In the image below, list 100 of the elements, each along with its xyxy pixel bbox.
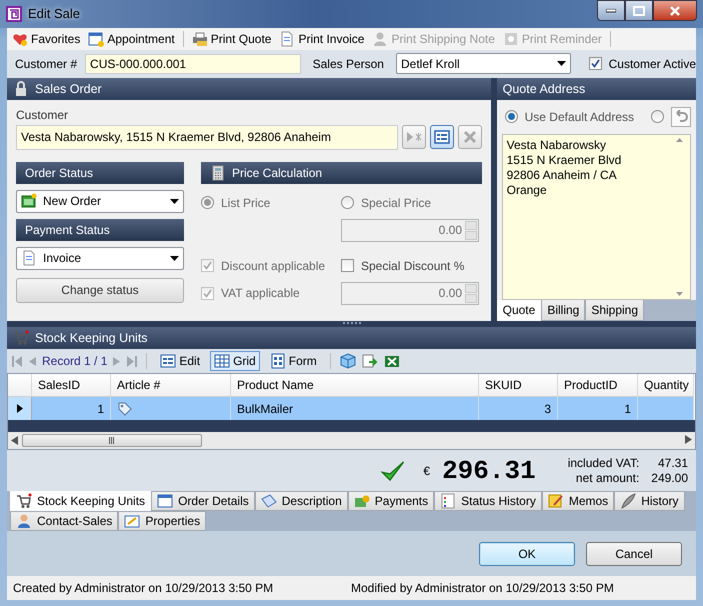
radio-button[interactable] bbox=[504, 110, 518, 124]
change-status-button[interactable]: Change status bbox=[16, 278, 184, 303]
scroll-left-icon[interactable] bbox=[11, 436, 18, 446]
radio-button[interactable] bbox=[651, 110, 664, 124]
dropdown-arrow-icon bbox=[170, 256, 179, 261]
checkbox-label: Special Discount % bbox=[361, 258, 464, 273]
minimize-button[interactable] bbox=[597, 0, 625, 21]
window-title: Edit Sale bbox=[28, 6, 80, 22]
scrollbar-thumb[interactable] bbox=[22, 434, 202, 448]
next-record-icon[interactable] bbox=[113, 356, 120, 366]
special-discount-field[interactable]: 0.00 bbox=[341, 282, 479, 305]
total-amount: 296.31 bbox=[442, 456, 536, 486]
radio-button[interactable] bbox=[341, 196, 354, 210]
tab[interactable]: Stock Keeping Units bbox=[10, 491, 152, 512]
panel-header: Quote Address bbox=[496, 78, 696, 100]
panel-header: Sales Order bbox=[7, 78, 491, 100]
tab[interactable]: Status History bbox=[434, 491, 542, 512]
maximize-icon bbox=[633, 6, 645, 16]
payment-status-dropdown[interactable]: Invoice bbox=[16, 246, 184, 270]
view-button[interactable]: Grid bbox=[210, 351, 260, 372]
field-label: Customer bbox=[16, 108, 70, 122]
currency-symbol: € bbox=[423, 464, 430, 478]
list-icon bbox=[440, 493, 456, 510]
address-field[interactable]: Vesta Nabarowsky 1515 N Kraemer Blvd 92806 Anaheim / CA Orange bbox=[502, 134, 691, 300]
table-cell: 1 bbox=[558, 397, 638, 420]
view-button[interactable]: Edit bbox=[156, 351, 204, 372]
dropdown-arrow-icon bbox=[170, 198, 179, 204]
section-header: Price Calculation bbox=[201, 162, 482, 184]
customer-number-field[interactable]: CUS-000.000.001 bbox=[85, 54, 301, 74]
form-icon bbox=[160, 353, 176, 370]
field-label: Customer # bbox=[15, 56, 78, 71]
radio-label: List Price bbox=[221, 196, 270, 210]
close-icon bbox=[462, 130, 477, 144]
sales-person-dropdown[interactable]: Detlef Kroll bbox=[396, 53, 571, 74]
cube-icon bbox=[340, 353, 356, 370]
dialog-button[interactable]: Cancel bbox=[586, 542, 682, 566]
column-header[interactable]: SalesID bbox=[32, 374, 111, 398]
properties-icon bbox=[124, 513, 140, 530]
tab[interactable]: Payments bbox=[348, 491, 434, 512]
details-button[interactable] bbox=[430, 125, 454, 150]
tab[interactable]: Quote bbox=[496, 300, 542, 322]
order-status-dropdown[interactable]: New Order bbox=[16, 190, 184, 213]
checkbox[interactable] bbox=[341, 259, 354, 272]
tab[interactable]: Memos bbox=[542, 491, 614, 512]
section-header: Order Status bbox=[16, 162, 184, 184]
column-header[interactable]: Product Name bbox=[231, 374, 479, 398]
tab[interactable]: Billing bbox=[541, 300, 586, 322]
previous-record-icon[interactable] bbox=[29, 356, 36, 366]
net-amount: 249.00 bbox=[651, 471, 688, 486]
radio-button[interactable] bbox=[201, 196, 214, 210]
radio-label: Use Default Address bbox=[524, 110, 634, 124]
tab[interactable]: Description bbox=[254, 491, 348, 512]
reminder-icon bbox=[502, 30, 519, 47]
net-amount-label: net amount: bbox=[574, 471, 640, 486]
form-icon bbox=[434, 130, 450, 144]
maximize-button[interactable] bbox=[625, 0, 653, 21]
checkbox[interactable] bbox=[588, 57, 602, 70]
checkbox-label: Discount applicable bbox=[221, 258, 326, 273]
undo-button[interactable] bbox=[671, 106, 691, 127]
memo-icon bbox=[548, 493, 564, 510]
tab[interactable]: Properties bbox=[118, 511, 206, 532]
column-header[interactable]: ProductID bbox=[558, 374, 638, 398]
table-cell bbox=[638, 397, 694, 420]
radio-label: Special Price bbox=[361, 196, 432, 210]
last-record-icon[interactable] bbox=[126, 356, 138, 367]
calendar-icon bbox=[88, 30, 104, 47]
scroll-right-icon[interactable] bbox=[685, 435, 692, 444]
checkmark-icon bbox=[381, 458, 406, 483]
column-header[interactable]: Article # bbox=[111, 374, 231, 398]
row-pointer-icon bbox=[16, 404, 22, 414]
toolbar-button[interactable]: Print Quote bbox=[188, 30, 274, 48]
spreadsheet-icon bbox=[384, 353, 400, 370]
view-button[interactable]: Form bbox=[266, 351, 321, 372]
vat-label: included VAT: bbox=[568, 456, 640, 470]
table-cell: 3 bbox=[479, 397, 558, 420]
record-counter: Record 1 / 1 bbox=[42, 354, 108, 368]
column-header[interactable]: SKUID bbox=[479, 374, 558, 398]
scroll-up-icon[interactable] bbox=[676, 138, 682, 142]
column-header[interactable]: Quantity bbox=[638, 374, 694, 398]
close-icon bbox=[669, 6, 681, 16]
section-header: Payment Status bbox=[16, 218, 184, 241]
toolbar-button[interactable]: Appointment bbox=[85, 30, 178, 48]
tab[interactable]: History bbox=[614, 491, 685, 512]
money-icon bbox=[354, 493, 370, 510]
toolbar-button[interactable]: Favorites bbox=[9, 30, 84, 48]
undo-icon bbox=[674, 110, 688, 124]
toolbar-button[interactable]: Print Invoice bbox=[276, 30, 368, 48]
first-record-icon[interactable] bbox=[12, 356, 23, 367]
customer-field[interactable]: Vesta Nabarowsky, 1515 N Kraemer Blvd, 92806 Anaheim bbox=[16, 124, 398, 150]
padlock-icon bbox=[13, 80, 29, 97]
tab[interactable]: Shipping bbox=[585, 300, 644, 322]
printer-icon bbox=[192, 30, 208, 47]
close-button[interactable] bbox=[653, 0, 697, 21]
special-price-field[interactable]: 0.00 bbox=[341, 218, 479, 242]
dialog-button[interactable]: OK bbox=[479, 542, 575, 566]
table-cell: 1 bbox=[32, 397, 111, 420]
order-icon bbox=[21, 193, 37, 210]
tab[interactable]: Order Details bbox=[151, 491, 255, 512]
tab[interactable]: Contact-Sales bbox=[10, 511, 118, 532]
scroll-down-icon[interactable] bbox=[676, 292, 682, 296]
